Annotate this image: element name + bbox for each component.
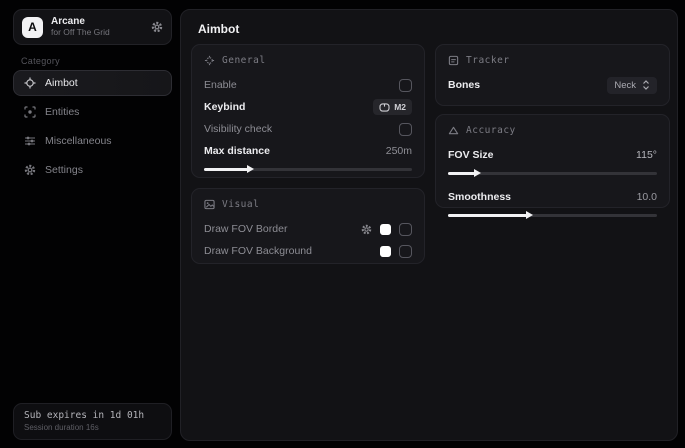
sidebar-item-miscellaneous[interactable]: Miscellaneous xyxy=(13,128,172,154)
sidebar-item-label: Miscellaneous xyxy=(45,135,112,147)
tracker-header: Tracker xyxy=(466,55,510,66)
gear-icon[interactable] xyxy=(151,21,163,33)
fov-size-slider[interactable] xyxy=(448,172,657,175)
sidebar-item-entities[interactable]: Entities xyxy=(13,99,172,125)
angle-icon xyxy=(448,125,459,136)
sidebar-item-label: Entities xyxy=(45,106,79,118)
fov-border-checkbox[interactable] xyxy=(399,223,412,236)
sidebar-item-label: Settings xyxy=(45,164,83,176)
bones-label: Bones xyxy=(448,79,480,91)
sidebar-item-aimbot[interactable]: Aimbot xyxy=(13,70,172,96)
visibility-check-label: Visibility check xyxy=(204,123,272,135)
max-distance-slider[interactable] xyxy=(204,168,412,171)
fov-background-row: Draw FOV Background xyxy=(204,240,412,262)
sidebar-nav: Aimbot Entities Miscellaneous xyxy=(13,70,172,186)
bones-value: Neck xyxy=(614,80,636,91)
session-duration-text: Session duration 16s xyxy=(24,423,161,432)
fov-background-label: Draw FOV Background xyxy=(204,245,312,257)
smoothness-row: Smoothness 10.0 xyxy=(448,186,657,208)
visual-card: Visual Draw FOV Border Draw FOV Backgrou… xyxy=(191,188,425,264)
image-icon xyxy=(204,199,215,210)
tracker-card: Tracker Bones Neck xyxy=(435,44,670,106)
sidebar-item-settings[interactable]: Settings xyxy=(13,157,172,183)
slider-thumb[interactable] xyxy=(526,211,533,219)
page-title: Aimbot xyxy=(198,22,239,36)
fov-size-label: FOV Size xyxy=(448,149,494,161)
fov-background-checkbox[interactable] xyxy=(399,245,412,258)
subscription-status-card: Sub expires in 1d 01h Session duration 1… xyxy=(13,403,172,440)
general-card: General Enable Keybind M2 Visibility che… xyxy=(191,44,425,178)
enable-label: Enable xyxy=(204,79,237,91)
fov-size-row: FOV Size 115° xyxy=(448,144,657,166)
keybind-label: Keybind xyxy=(204,101,245,113)
gear-icon xyxy=(24,164,36,176)
crosshair-icon xyxy=(204,55,215,66)
sidebar: A Arcane for Off The Grid Category Aimbo… xyxy=(0,0,178,448)
fov-background-color-swatch[interactable] xyxy=(380,246,391,257)
accuracy-card: Accuracy FOV Size 115° Smoothness 10.0 xyxy=(435,114,670,208)
gear-icon[interactable] xyxy=(361,224,372,235)
logo-card: A Arcane for Off The Grid xyxy=(13,9,172,45)
visibility-checkbox[interactable] xyxy=(399,123,412,136)
slider-thumb[interactable] xyxy=(474,169,481,177)
smoothness-slider[interactable] xyxy=(448,214,657,217)
visual-header: Visual xyxy=(222,199,259,210)
keybind-button[interactable]: M2 xyxy=(373,99,412,115)
sub-expiry-text: Sub expires in 1d 01h xyxy=(24,410,161,421)
fov-border-color-swatch[interactable] xyxy=(380,224,391,235)
accuracy-header: Accuracy xyxy=(466,125,516,136)
general-header: General xyxy=(222,55,266,66)
sliders-icon xyxy=(24,135,36,147)
smoothness-label: Smoothness xyxy=(448,191,511,203)
bones-row: Bones Neck xyxy=(448,74,657,96)
chevron-up-down-icon xyxy=(642,80,650,90)
fov-border-row: Draw FOV Border xyxy=(204,218,412,240)
fov-size-value: 115° xyxy=(636,149,657,161)
enable-checkbox[interactable] xyxy=(399,79,412,92)
max-distance-value: 250m xyxy=(386,145,412,157)
app-logo: A xyxy=(22,17,43,38)
mouse-icon xyxy=(379,103,390,112)
sidebar-item-label: Aimbot xyxy=(45,77,78,89)
keybind-row: Keybind M2 xyxy=(204,96,412,118)
tracker-icon xyxy=(448,55,459,66)
app-subtitle: for Off The Grid xyxy=(51,28,151,38)
bones-select[interactable]: Neck xyxy=(607,77,657,94)
smoothness-value: 10.0 xyxy=(637,191,657,203)
max-distance-label: Max distance xyxy=(204,145,270,157)
category-label: Category xyxy=(21,56,60,66)
keybind-value: M2 xyxy=(394,102,406,112)
slider-thumb[interactable] xyxy=(247,165,254,173)
max-distance-row: Max distance 250m xyxy=(204,140,412,162)
visibility-check-row: Visibility check xyxy=(204,118,412,140)
enable-row: Enable xyxy=(204,74,412,96)
crosshair-icon xyxy=(24,77,36,89)
fov-border-label: Draw FOV Border xyxy=(204,223,287,235)
scan-person-icon xyxy=(24,106,36,118)
main-panel: Aimbot General Enable Keybind xyxy=(180,9,678,441)
